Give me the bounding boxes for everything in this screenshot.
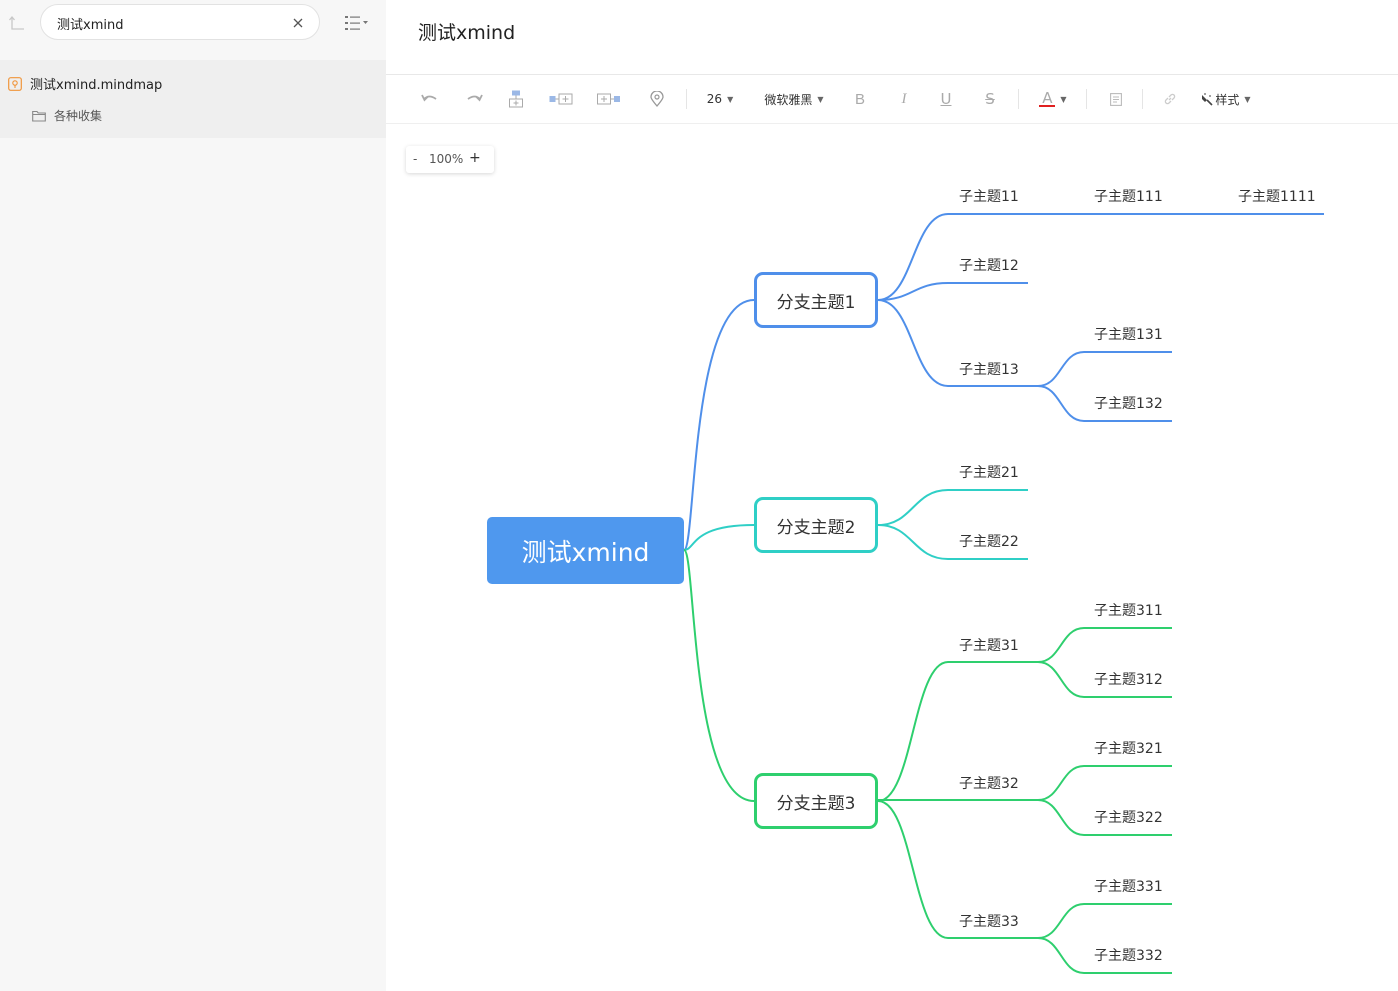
branch-node-1[interactable]: 分支主题1 [754, 272, 878, 328]
edge-b2-topic-22 [877, 524, 949, 560]
topic-131[interactable]: 子主题131 [1094, 324, 1163, 344]
topic-21[interactable]: 子主题21 [959, 462, 1019, 482]
topic-33[interactable]: 子主题33 [959, 911, 1019, 931]
topic-321[interactable]: 子主题321 [1094, 738, 1163, 758]
topic-331[interactable]: 子主题331 [1094, 876, 1163, 896]
topic-322[interactable]: 子主题322 [1094, 807, 1163, 827]
edge-root-branch-3 [683, 549, 755, 802]
edge-b3-topic-31 [877, 661, 949, 802]
edge-topic-33-331 [1037, 903, 1085, 939]
mindmap-canvas[interactable]: 测试xmind 分支主题1 分支主题2 分支主题3 子主题11 子主题111 子… [0, 0, 1398, 991]
topic-11[interactable]: 子主题11 [959, 186, 1019, 206]
zoom-level: 100% [429, 152, 464, 166]
topic-132[interactable]: 子主题132 [1094, 393, 1163, 413]
topic-111[interactable]: 子主题111 [1094, 186, 1163, 206]
edge-topic-32-322 [1037, 799, 1085, 836]
edge-topic-33-332 [1037, 937, 1085, 974]
topic-332[interactable]: 子主题332 [1094, 945, 1163, 965]
topic-12[interactable]: 子主题12 [959, 255, 1019, 275]
mindmap-edges [683, 213, 1324, 974]
edge-topic-32-321 [1037, 765, 1085, 801]
edge-b1-topic-11 [877, 213, 949, 301]
topic-1111[interactable]: 子主题1111 [1238, 186, 1316, 206]
topic-22[interactable]: 子主题22 [959, 531, 1019, 551]
edge-topic-13-132 [1037, 385, 1085, 422]
topic-311[interactable]: 子主题311 [1094, 600, 1163, 620]
edge-root-branch-2 [683, 524, 755, 551]
topic-13[interactable]: 子主题13 [959, 359, 1019, 379]
edge-b2-topic-21 [877, 489, 949, 526]
root-node[interactable]: 测试xmind [487, 517, 684, 584]
edge-root-branch-1 [683, 299, 755, 551]
edge-b1-topic-13 [877, 299, 949, 387]
topic-31[interactable]: 子主题31 [959, 635, 1019, 655]
edge-topic-31-312 [1037, 661, 1085, 698]
edge-b3-topic-33 [877, 800, 949, 939]
edge-topic-31-311 [1037, 627, 1085, 663]
branch-node-2[interactable]: 分支主题2 [754, 497, 878, 553]
zoom-out-button[interactable]: - [413, 152, 417, 166]
branch-node-3[interactable]: 分支主题3 [754, 773, 878, 829]
zoom-control: - 100% + [406, 146, 494, 173]
topic-32[interactable]: 子主题32 [959, 773, 1019, 793]
topic-312[interactable]: 子主题312 [1094, 669, 1163, 689]
edge-topic-13-131 [1037, 351, 1085, 387]
zoom-in-button[interactable]: + [469, 150, 481, 166]
